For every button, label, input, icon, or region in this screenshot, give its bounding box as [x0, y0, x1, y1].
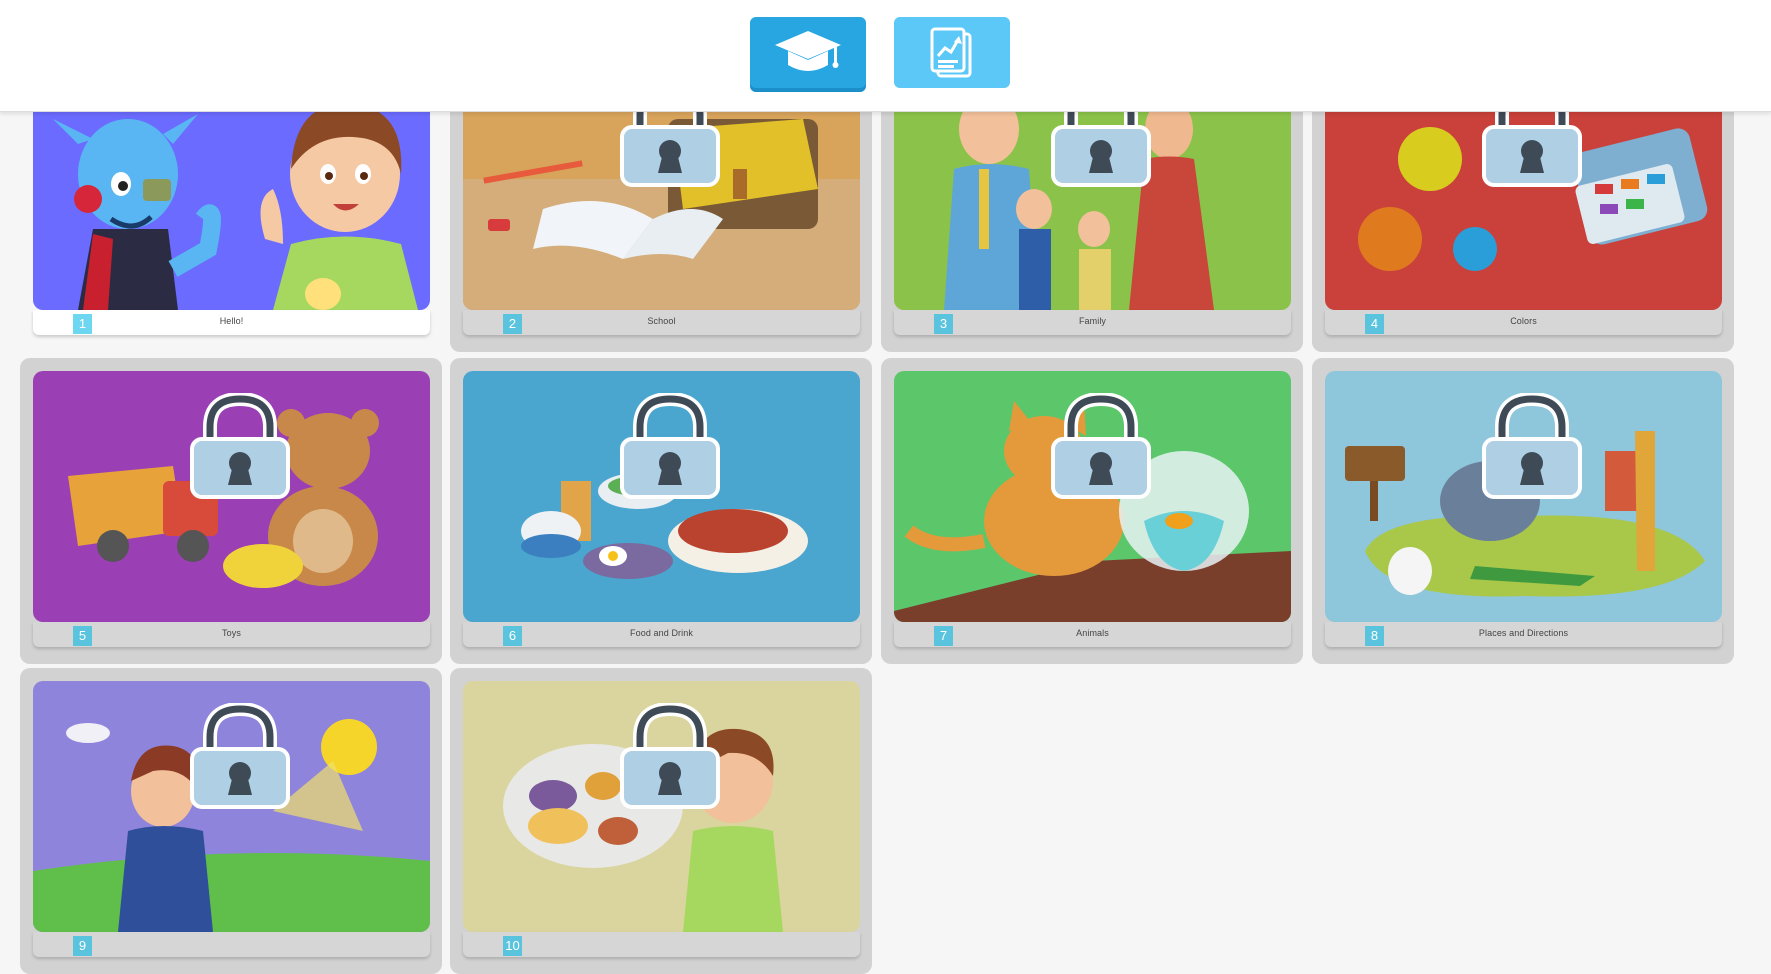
- unit-card-7[interactable]: 7 Animals: [881, 358, 1303, 664]
- unit-title: Hello!: [219, 316, 244, 326]
- lock-icon: [1051, 393, 1151, 499]
- unit-caption: 4 Colors: [1325, 310, 1722, 335]
- unit-caption: 1 Hello!: [33, 310, 430, 335]
- unit-thumbnail: [33, 681, 430, 932]
- unit-title: Toys: [222, 628, 241, 638]
- unit-title: Places and Directions: [1478, 628, 1569, 638]
- tab-reports[interactable]: [894, 17, 1010, 88]
- unit-thumbnail: [463, 371, 860, 622]
- lock-icon: [620, 703, 720, 809]
- unit-title: School: [647, 316, 676, 326]
- unit-number: 9: [73, 936, 92, 956]
- unit-card-9[interactable]: 9: [20, 668, 442, 974]
- unit-card-6[interactable]: 6 Food and Drink: [450, 358, 872, 664]
- unit-card-5[interactable]: 5 Toys: [20, 358, 442, 664]
- lock-icon: [190, 393, 290, 499]
- unit-caption: 3 Family: [894, 310, 1291, 335]
- unit-thumbnail: [33, 371, 430, 622]
- unit-thumbnail: [463, 681, 860, 932]
- unit-title: Food and Drink: [630, 628, 693, 638]
- unit-number: 10: [503, 936, 522, 956]
- report-chart-icon: [930, 27, 972, 77]
- lock-icon: [1482, 393, 1582, 499]
- unit-thumbnail: [894, 371, 1291, 622]
- lock-icon: [190, 703, 290, 809]
- unit-card-10[interactable]: 10: [450, 668, 872, 974]
- graduation-cap-icon: [775, 30, 841, 71]
- lock-icon: [620, 393, 720, 499]
- unit-title: Colors: [1510, 316, 1537, 326]
- unit-caption: 6 Food and Drink: [463, 622, 860, 647]
- unit-caption: 9: [33, 932, 430, 957]
- units-grid: 1 Hello! 2 School 3 Family 4 Colors 5 To…: [0, 0, 1771, 974]
- unit-caption: 8 Places and Directions: [1325, 622, 1722, 647]
- unit-title: Animals: [1076, 628, 1109, 638]
- unit-thumbnail: [1325, 371, 1722, 622]
- tab-lessons[interactable]: [750, 17, 866, 88]
- unit-caption: 5 Toys: [33, 622, 430, 647]
- unit-caption: 7 Animals: [894, 622, 1291, 647]
- unit-caption: 2 School: [463, 310, 860, 335]
- unit-card-8[interactable]: 8 Places and Directions: [1312, 358, 1734, 664]
- unit-title: Family: [1078, 316, 1107, 326]
- unit-caption: 10: [463, 932, 860, 957]
- top-bar: [0, 0, 1771, 112]
